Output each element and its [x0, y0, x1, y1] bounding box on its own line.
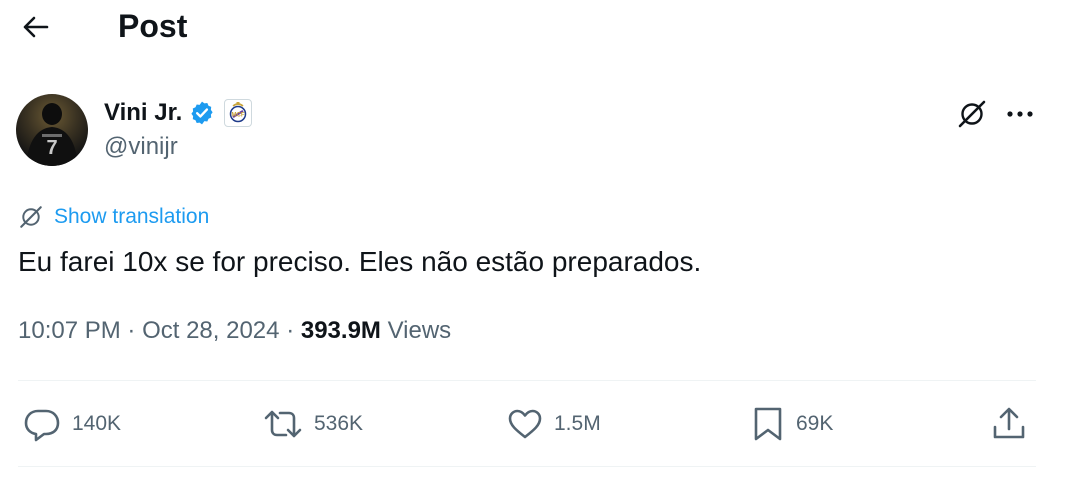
like-button[interactable]: 1.5M	[506, 402, 601, 446]
share-icon	[993, 407, 1025, 439]
bookmark-count: 69K	[796, 412, 834, 435]
post-actions: 140K 536K 1.5M 69K	[0, 400, 1065, 448]
views-label: Views	[387, 317, 452, 344]
post-time: 10:07 PM	[18, 317, 121, 344]
verified-icon	[191, 101, 213, 125]
post-timestamp[interactable]: 10:07 PM · Oct 28, 2024	[18, 317, 280, 344]
repost-button[interactable]: 536K	[262, 402, 363, 446]
bookmark-button[interactable]: 69K	[750, 402, 833, 446]
real-madrid-crest-icon: MCF	[230, 102, 247, 123]
grok-translate-icon	[20, 206, 42, 228]
grok-icon	[958, 100, 986, 128]
show-translation-button[interactable]: Show translation	[18, 202, 209, 232]
top-bar: Post	[0, 0, 1065, 54]
views-count: 393.9M	[300, 317, 381, 344]
more-options-button[interactable]	[1002, 96, 1038, 132]
like-count: 1.5M	[554, 412, 601, 435]
user-handle[interactable]: @vinijr	[104, 132, 178, 162]
verified-badge[interactable]	[188, 99, 216, 127]
display-name[interactable]: Vini Jr.	[104, 98, 182, 128]
more-horizontal-icon	[1007, 111, 1033, 117]
show-translation-label: Show translation	[54, 205, 210, 228]
post-meta: 10:07 PM · Oct 28, 2024 · 393.9M Views	[18, 314, 451, 348]
reply-button[interactable]: 140K	[22, 402, 121, 446]
meta-separator: ·	[286, 317, 295, 344]
avatar[interactable]: 7	[16, 94, 88, 166]
repost-count: 536K	[314, 412, 364, 435]
avatar-jersey-number: 7	[46, 137, 57, 159]
arrow-left-icon	[23, 16, 49, 38]
bookmark-icon	[754, 407, 782, 441]
post-text: Eu farei 10x se for preciso. Eles não es…	[18, 246, 702, 277]
affiliate-badge[interactable]: MCF	[224, 99, 253, 127]
reply-icon	[24, 409, 60, 442]
heart-icon	[508, 409, 542, 439]
share-button[interactable]	[990, 402, 1028, 446]
post-date: Oct 28, 2024	[142, 317, 280, 344]
divider-bottom	[18, 466, 1036, 467]
meta-separator: ·	[127, 317, 136, 344]
back-button[interactable]	[18, 10, 54, 44]
repost-icon	[264, 410, 302, 438]
post-author: 7 Vini Jr. MCF @vinijr	[16, 94, 1036, 170]
grok-button[interactable]	[954, 96, 990, 132]
page-title: Post	[118, 8, 188, 44]
views-link[interactable]: 393.9M Views	[301, 317, 451, 344]
reply-count: 140K	[72, 412, 122, 435]
divider-top	[18, 380, 1036, 381]
name-row: Vini Jr. MCF	[104, 96, 253, 130]
svg-text:MCF: MCF	[232, 113, 245, 119]
